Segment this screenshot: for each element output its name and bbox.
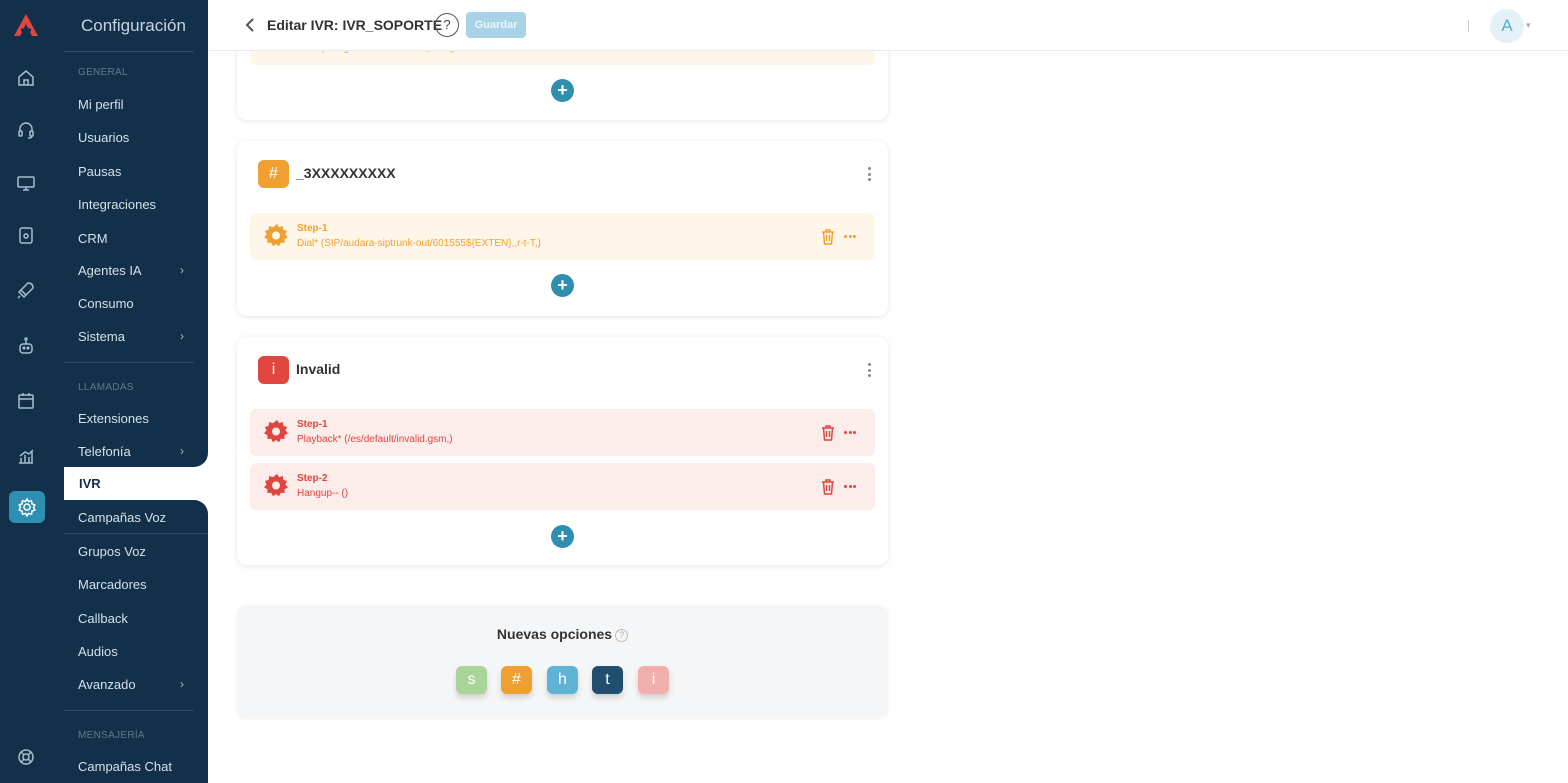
add-option-h-button[interactable]: h bbox=[547, 666, 578, 694]
step-description: Playback* (/es/default/invalid.gsm,) bbox=[297, 434, 453, 445]
chevron-right-icon: › bbox=[180, 329, 184, 343]
robot-icon[interactable] bbox=[13, 333, 39, 359]
step-description: Dial* (SIP/audara-siptrunk-out/601555${E… bbox=[297, 238, 541, 249]
home-icon[interactable] bbox=[13, 65, 39, 91]
sidebar-item-marcadores[interactable]: Marcadores bbox=[78, 575, 196, 593]
trash-icon[interactable] bbox=[821, 425, 835, 441]
sidebar-item-agentes-ia[interactable]: Agentes IA › bbox=[78, 261, 196, 279]
help-button[interactable]: ? bbox=[435, 13, 459, 37]
option-title: _3XXXXXXXXX bbox=[296, 165, 396, 181]
chart-icon[interactable] bbox=[13, 443, 39, 469]
sidebar-item-callback[interactable]: Callback bbox=[78, 609, 196, 627]
add-step-button[interactable]: + bbox=[551, 525, 574, 548]
ivr-option-card: i Invalid Step-1 Playback* (/es/default/… bbox=[237, 337, 888, 565]
new-options-title: Nuevas opciones? bbox=[237, 626, 888, 642]
kebab-menu-icon[interactable] bbox=[868, 363, 872, 377]
back-arrow-icon[interactable] bbox=[243, 17, 257, 33]
chevron-right-icon: › bbox=[180, 677, 184, 691]
sidebar-item-integraciones[interactable]: Integraciones bbox=[78, 195, 196, 213]
help-icon[interactable]: ? bbox=[615, 628, 629, 642]
sidebar-divider bbox=[64, 362, 194, 363]
section-mensajeria: MENSAJERÍA bbox=[78, 730, 145, 741]
section-llamadas: LLAMADAS bbox=[78, 382, 134, 393]
trash-icon[interactable] bbox=[821, 479, 835, 495]
option-title: Invalid bbox=[296, 361, 341, 377]
step-label: Step-1 bbox=[297, 419, 328, 430]
sidebar-item-campanas-chat[interactable]: Campañas Chat bbox=[78, 757, 196, 775]
chevron-right-icon: › bbox=[180, 263, 184, 277]
rocket-icon[interactable] bbox=[13, 277, 39, 303]
sidebar-title: Configuración bbox=[81, 16, 186, 35]
new-options-panel: Nuevas opciones? s # h t i bbox=[237, 605, 888, 718]
sidebar-item-mi-perfil[interactable]: Mi perfil bbox=[78, 95, 196, 113]
add-option-t-button[interactable]: t bbox=[592, 666, 623, 694]
sidebar-item-campanas-voz[interactable]: Campañas Voz bbox=[78, 508, 196, 526]
chevron-down-icon[interactable]: ▾ bbox=[1526, 20, 1531, 31]
support-icon[interactable] bbox=[13, 744, 39, 770]
settings-icon[interactable] bbox=[9, 491, 45, 523]
gear-icon bbox=[264, 420, 288, 443]
section-general: GENERAL bbox=[78, 67, 128, 78]
more-options-icon[interactable] bbox=[844, 485, 856, 489]
more-options-icon[interactable] bbox=[844, 235, 856, 239]
add-option-s-button[interactable]: s bbox=[456, 666, 487, 694]
option-badge: i bbox=[258, 356, 289, 384]
sidebar-item-consumo[interactable]: Consumo bbox=[78, 294, 196, 312]
add-option-hash-button[interactable]: # bbox=[501, 666, 532, 694]
sidebar-item-telefonia[interactable]: Telefonía › bbox=[78, 442, 196, 460]
header-divider bbox=[1468, 20, 1469, 32]
avatar[interactable]: A bbox=[1490, 9, 1524, 43]
step-row[interactable]: Step-2 Hangup-- () bbox=[250, 463, 875, 510]
settings-sidebar: Configuración GENERAL Mi perfil Usuarios… bbox=[52, 0, 208, 783]
sidebar-item-usuarios[interactable]: Usuarios bbox=[78, 128, 196, 146]
sidebar-item-crm[interactable]: CRM bbox=[78, 229, 196, 247]
monitor-icon[interactable] bbox=[13, 170, 39, 196]
chevron-right-icon: › bbox=[180, 444, 184, 458]
sidebar-divider bbox=[64, 533, 208, 534]
sidebar-item-avanzado[interactable]: Avanzado › bbox=[78, 675, 196, 693]
lock-icon[interactable] bbox=[13, 222, 39, 248]
step-row[interactable]: Step-1 Dial* (SIP/audara-siptrunk-out/60… bbox=[250, 213, 875, 260]
sidebar-divider bbox=[64, 51, 194, 52]
save-button[interactable]: Guardar bbox=[466, 12, 526, 38]
more-options-icon[interactable] bbox=[844, 431, 856, 435]
step-label: Step-1 bbox=[297, 223, 328, 234]
trash-icon[interactable] bbox=[821, 229, 835, 245]
step-row[interactable]: Step-1 Playback* (/es/default/invalid.gs… bbox=[250, 409, 875, 456]
gear-icon bbox=[264, 474, 288, 497]
headset-icon[interactable] bbox=[13, 117, 39, 143]
sidebar-divider bbox=[64, 710, 194, 711]
sidebar-item-pausas[interactable]: Pausas bbox=[78, 162, 196, 180]
gear-icon bbox=[264, 224, 288, 247]
step-description: Hangup-- () bbox=[297, 488, 349, 499]
sidebar-item-extensiones[interactable]: Extensiones bbox=[78, 409, 196, 427]
add-option-i-button[interactable]: i bbox=[638, 666, 669, 694]
app-logo[interactable] bbox=[12, 12, 40, 38]
sidebar-item-ivr[interactable]: IVR bbox=[79, 476, 101, 491]
icon-rail bbox=[0, 0, 52, 783]
ivr-option-card: # _3XXXXXXXXX Step-1 Dial* (SIP/audara-s… bbox=[237, 141, 888, 316]
kebab-menu-icon[interactable] bbox=[868, 167, 872, 181]
add-step-button[interactable]: + bbox=[551, 79, 574, 102]
step-label: Step-2 bbox=[297, 473, 328, 484]
option-badge: # bbox=[258, 160, 289, 188]
page-title: Editar IVR: IVR_SOPORTE bbox=[267, 17, 443, 33]
sidebar-item-audios[interactable]: Audios bbox=[78, 642, 196, 660]
sidebar-item-sistema[interactable]: Sistema › bbox=[78, 327, 196, 345]
sidebar-item-grupos-voz[interactable]: Grupos Voz bbox=[78, 542, 196, 560]
add-step-button[interactable]: + bbox=[551, 274, 574, 297]
calendar-icon[interactable] bbox=[13, 388, 39, 414]
